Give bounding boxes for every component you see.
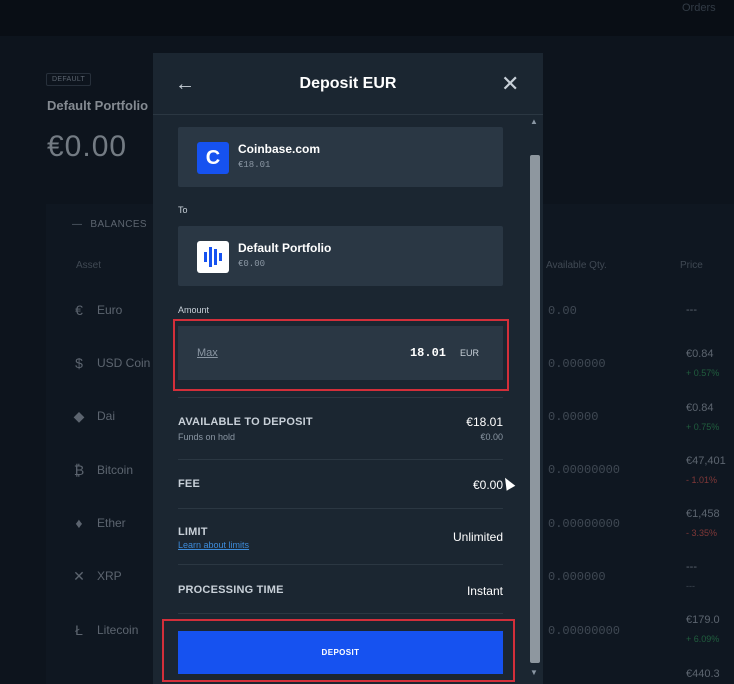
funds-on-hold-label: Funds on hold — [178, 432, 236, 442]
limit-label: LIMIT — [178, 526, 208, 538]
divider — [178, 459, 503, 460]
amount-label: Amount — [178, 305, 210, 315]
from-account-card[interactable]: C Coinbase.com €18.01 — [178, 127, 503, 187]
highlight-box — [162, 619, 515, 682]
scroll-thumb[interactable] — [530, 155, 540, 663]
portfolio-bars-icon — [204, 247, 222, 267]
divider — [178, 508, 503, 509]
coinbase-logo-icon: C — [197, 142, 229, 174]
close-icon[interactable]: ✕ — [501, 71, 519, 97]
available-value: €18.01 — [466, 415, 503, 429]
fee-label: FEE — [178, 478, 200, 490]
from-account-name: Coinbase.com — [238, 142, 321, 156]
learn-about-limits-link[interactable]: Learn about limits — [178, 540, 249, 550]
to-account-card[interactable]: Default Portfolio €0.00 — [178, 226, 503, 286]
fee-value: €0.00 — [472, 478, 503, 492]
to-account-name: Default Portfolio — [238, 241, 332, 255]
divider — [178, 564, 503, 565]
deposit-modal: ← Deposit EUR ✕ C Coinbase.com €18.01 To… — [153, 53, 543, 684]
to-label: To — [178, 205, 188, 215]
portfolio-logo-icon — [197, 241, 229, 273]
scrollbar[interactable]: ▲ ▼ — [527, 115, 543, 684]
available-label: AVAILABLE TO DEPOSIT — [178, 416, 313, 428]
to-account-amount: €0.00 — [238, 259, 266, 269]
scroll-up-icon[interactable]: ▲ — [530, 117, 538, 126]
from-account-amount: €18.01 — [238, 160, 271, 170]
scroll-down-icon[interactable]: ▼ — [530, 668, 538, 677]
divider — [178, 397, 503, 398]
modal-title: Deposit EUR — [299, 75, 397, 92]
funds-on-hold-value: €0.00 — [480, 432, 503, 442]
processing-time-label: PROCESSING TIME — [178, 584, 284, 596]
modal-header: ← Deposit EUR ✕ — [153, 53, 543, 115]
highlight-box — [173, 319, 509, 391]
limit-value: Unlimited — [452, 530, 503, 544]
divider — [178, 613, 503, 614]
processing-time-value: Instant — [466, 584, 503, 598]
